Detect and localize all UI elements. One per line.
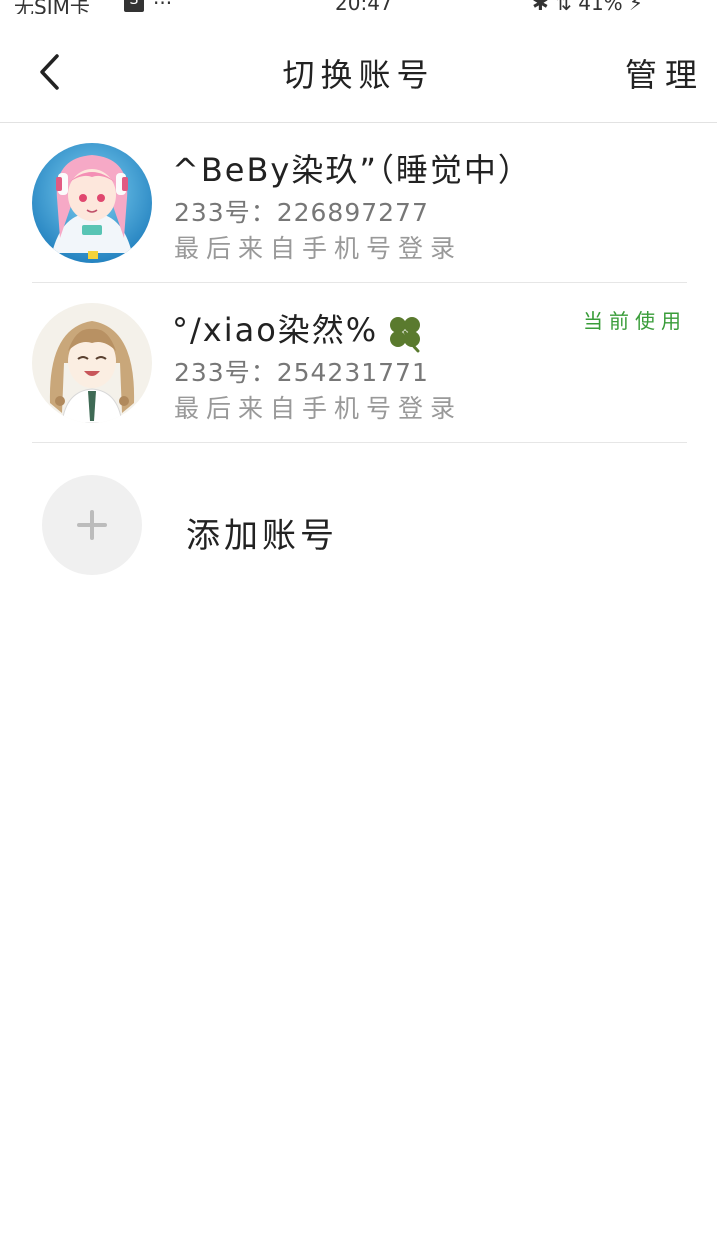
account-id: 233号：254231771 [174, 358, 429, 387]
status-right-icons: ✱ ⇅ 41% ⚡ [532, 0, 644, 14]
account-item[interactable]: °/xiao染然% 233号：254231771 最后来自手机号登录 当前使用 [0, 283, 717, 443]
divider [32, 442, 687, 443]
plus-bar [90, 510, 94, 540]
add-account-label: 添加账号 [186, 516, 338, 556]
s-badge-icon: S [124, 0, 144, 12]
add-account-button[interactable]: 添加账号 [0, 470, 717, 580]
account-name: °/xiao染然% [172, 305, 426, 353]
avatar-image [32, 143, 152, 263]
status-bar: 无SIM卡 S ··· 20:47 ✱ ⇅ 41% ⚡ [0, 0, 717, 14]
more-notifications-icon: ··· [153, 0, 173, 14]
avatar [32, 303, 152, 423]
nav-bar: 切换账号 管理 [0, 14, 717, 123]
last-login-info: 最后来自手机号登录 [174, 394, 463, 423]
avatar [32, 143, 152, 263]
last-login-info: 最后来自手机号登录 [174, 234, 463, 263]
account-item[interactable]: ^BeBy染玖”（睡觉中） 233号：226897277 最后来自手机号登录 [0, 123, 717, 283]
page-title: 切换账号 [282, 56, 435, 94]
manage-button[interactable]: 管理 [625, 50, 705, 96]
account-name-text: °/xiao染然% [172, 311, 379, 349]
carrier-label: 无SIM卡 [14, 0, 90, 14]
current-account-badge: 当前使用 [583, 309, 687, 333]
four-leaf-clover-icon [390, 317, 421, 353]
account-id: 233号：226897277 [174, 198, 429, 227]
add-icon [42, 475, 142, 575]
avatar-image [32, 303, 152, 423]
account-name: ^BeBy染玖”（睡觉中） [172, 151, 532, 189]
account-list: ^BeBy染玖”（睡觉中） 233号：226897277 最后来自手机号登录 °… [0, 123, 717, 443]
clock-time: 20:47 [335, 0, 393, 14]
